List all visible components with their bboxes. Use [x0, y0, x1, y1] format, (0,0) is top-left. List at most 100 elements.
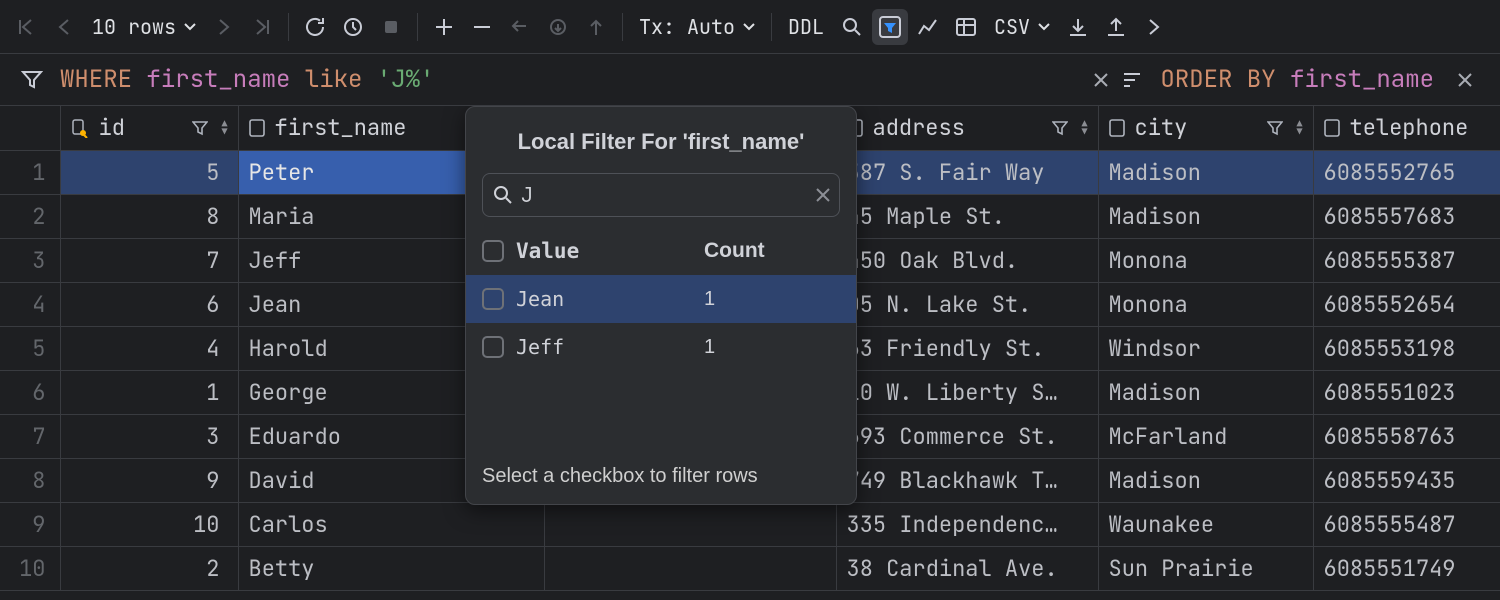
- cell-id[interactable]: 10: [60, 502, 238, 546]
- cell-telephone[interactable]: 6085558763: [1313, 414, 1500, 458]
- column-header-telephone[interactable]: telephone: [1313, 106, 1500, 150]
- row-number: 2: [0, 194, 60, 238]
- filter-icon[interactable]: [1267, 120, 1283, 136]
- sort-toggle[interactable]: ▲▼: [1082, 120, 1088, 136]
- next-page-button[interactable]: [206, 9, 242, 45]
- export-format-selector[interactable]: CSV: [986, 9, 1058, 45]
- chart-view-button[interactable]: [910, 9, 946, 45]
- filter-option[interactable]: Jean1: [466, 275, 856, 323]
- search-button[interactable]: [834, 9, 870, 45]
- cell-telephone[interactable]: 6085551023: [1313, 370, 1500, 414]
- cell-id[interactable]: 6: [60, 282, 238, 326]
- column-header-address[interactable]: address ▲▼: [836, 106, 1098, 150]
- cell-city[interactable]: Sun Prairie: [1098, 546, 1313, 590]
- cell-telephone[interactable]: 6085555387: [1313, 238, 1500, 282]
- cell-city[interactable]: Madison: [1098, 370, 1313, 414]
- delete-row-button[interactable]: [464, 9, 500, 45]
- cell-telephone[interactable]: 6085553198: [1313, 326, 1500, 370]
- download-button[interactable]: [1060, 9, 1096, 45]
- popup-search[interactable]: [482, 173, 840, 217]
- filter-icon[interactable]: [192, 120, 208, 136]
- separator: [417, 13, 418, 41]
- filter-sort-bar: WHERE first_name like 'J%' ORDER BY firs…: [0, 54, 1500, 106]
- column-icon: [249, 119, 265, 137]
- filter-value: Jean: [516, 287, 692, 311]
- popup-search-input[interactable]: [521, 182, 808, 208]
- cell-city[interactable]: Madison: [1098, 458, 1313, 502]
- column-header-city[interactable]: city ▲▼: [1098, 106, 1313, 150]
- cell-telephone[interactable]: 6085557683: [1313, 194, 1500, 238]
- table-row[interactable]: 102Betty38 Cardinal Ave.Sun Prairie60855…: [0, 546, 1500, 590]
- transaction-mode-selector[interactable]: Tx: Auto: [631, 9, 763, 45]
- cell-telephone[interactable]: 6085559435: [1313, 458, 1500, 502]
- tx-label: Tx: Auto: [639, 14, 735, 40]
- add-row-button[interactable]: [426, 9, 462, 45]
- data-grid[interactable]: id ▲▼ first_name la: [0, 106, 1500, 600]
- row-number: 3: [0, 238, 60, 282]
- filter-checkbox[interactable]: [482, 336, 504, 358]
- cell-id[interactable]: 9: [60, 458, 238, 502]
- cell-address[interactable]: 387 S. Fair Way: [836, 150, 1098, 194]
- filter-option[interactable]: Jeff1: [466, 323, 856, 371]
- submit-button[interactable]: [578, 9, 614, 45]
- cell-city[interactable]: Waunakee: [1098, 502, 1313, 546]
- sort-toggle[interactable]: ▲▼: [1297, 120, 1303, 136]
- cell-first-name[interactable]: Betty: [238, 546, 544, 590]
- cell-address[interactable]: 450 Oak Blvd.: [836, 238, 1098, 282]
- where-op: like: [305, 64, 363, 95]
- revert-button[interactable]: [502, 9, 538, 45]
- stop-button[interactable]: [373, 9, 409, 45]
- sort-icon: [1118, 69, 1146, 91]
- local-filter-button[interactable]: [872, 9, 908, 45]
- cell-telephone[interactable]: 6085551749: [1313, 546, 1500, 590]
- cell-address[interactable]: 45 Maple St.: [836, 194, 1098, 238]
- cell-city[interactable]: Monona: [1098, 282, 1313, 326]
- cell-city[interactable]: McFarland: [1098, 414, 1313, 458]
- last-page-button[interactable]: [244, 9, 280, 45]
- cell-city[interactable]: Monona: [1098, 238, 1313, 282]
- row-count-selector[interactable]: 10 rows: [84, 9, 204, 45]
- select-all-checkbox[interactable]: [482, 240, 504, 262]
- filter-value: Jeff: [516, 335, 692, 359]
- preview-changes-button[interactable]: [540, 9, 576, 45]
- clear-sort-button[interactable]: [1448, 67, 1482, 93]
- prev-page-button[interactable]: [46, 9, 82, 45]
- cell-id[interactable]: 8: [60, 194, 238, 238]
- first-page-button[interactable]: [8, 9, 44, 45]
- clear-search-button[interactable]: [816, 188, 830, 202]
- cell-city[interactable]: Madison: [1098, 194, 1313, 238]
- cell-address[interactable]: 693 Commerce St.: [836, 414, 1098, 458]
- overflow-button[interactable]: [1136, 9, 1172, 45]
- view-options-button[interactable]: [948, 9, 984, 45]
- table-row[interactable]: 910Carlos335 Independenc…Waunakee6085555…: [0, 502, 1500, 546]
- cell-id[interactable]: 3: [60, 414, 238, 458]
- upload-button[interactable]: [1098, 9, 1134, 45]
- filter-icon[interactable]: [1052, 120, 1068, 136]
- cell-id[interactable]: 1: [60, 370, 238, 414]
- cell-address[interactable]: 63 Friendly St.: [836, 326, 1098, 370]
- cell-first-name[interactable]: Carlos: [238, 502, 544, 546]
- column-header-id[interactable]: id ▲▼: [60, 106, 238, 150]
- cell-last-name[interactable]: [544, 546, 836, 590]
- sort-toggle[interactable]: ▲▼: [222, 120, 228, 136]
- cell-id[interactable]: 7: [60, 238, 238, 282]
- cell-telephone[interactable]: 6085552765: [1313, 150, 1500, 194]
- ddl-button[interactable]: DDL: [780, 9, 832, 45]
- reload-button[interactable]: [297, 9, 333, 45]
- cell-last-name[interactable]: [544, 502, 836, 546]
- cell-city[interactable]: Windsor: [1098, 326, 1313, 370]
- cell-city[interactable]: Madison: [1098, 150, 1313, 194]
- cell-address[interactable]: 10 W. Liberty S…: [836, 370, 1098, 414]
- clear-filter-button[interactable]: [1084, 67, 1118, 93]
- filter-checkbox[interactable]: [482, 288, 504, 310]
- cell-telephone[interactable]: 6085552654: [1313, 282, 1500, 326]
- cell-address[interactable]: 335 Independenc…: [836, 502, 1098, 546]
- auto-reload-button[interactable]: [335, 9, 371, 45]
- cell-id[interactable]: 5: [60, 150, 238, 194]
- cell-address[interactable]: 749 Blackhawk T…: [836, 458, 1098, 502]
- cell-id[interactable]: 4: [60, 326, 238, 370]
- cell-address[interactable]: 38 Cardinal Ave.: [836, 546, 1098, 590]
- cell-address[interactable]: 05 N. Lake St.: [836, 282, 1098, 326]
- cell-id[interactable]: 2: [60, 546, 238, 590]
- cell-telephone[interactable]: 6085555487: [1313, 502, 1500, 546]
